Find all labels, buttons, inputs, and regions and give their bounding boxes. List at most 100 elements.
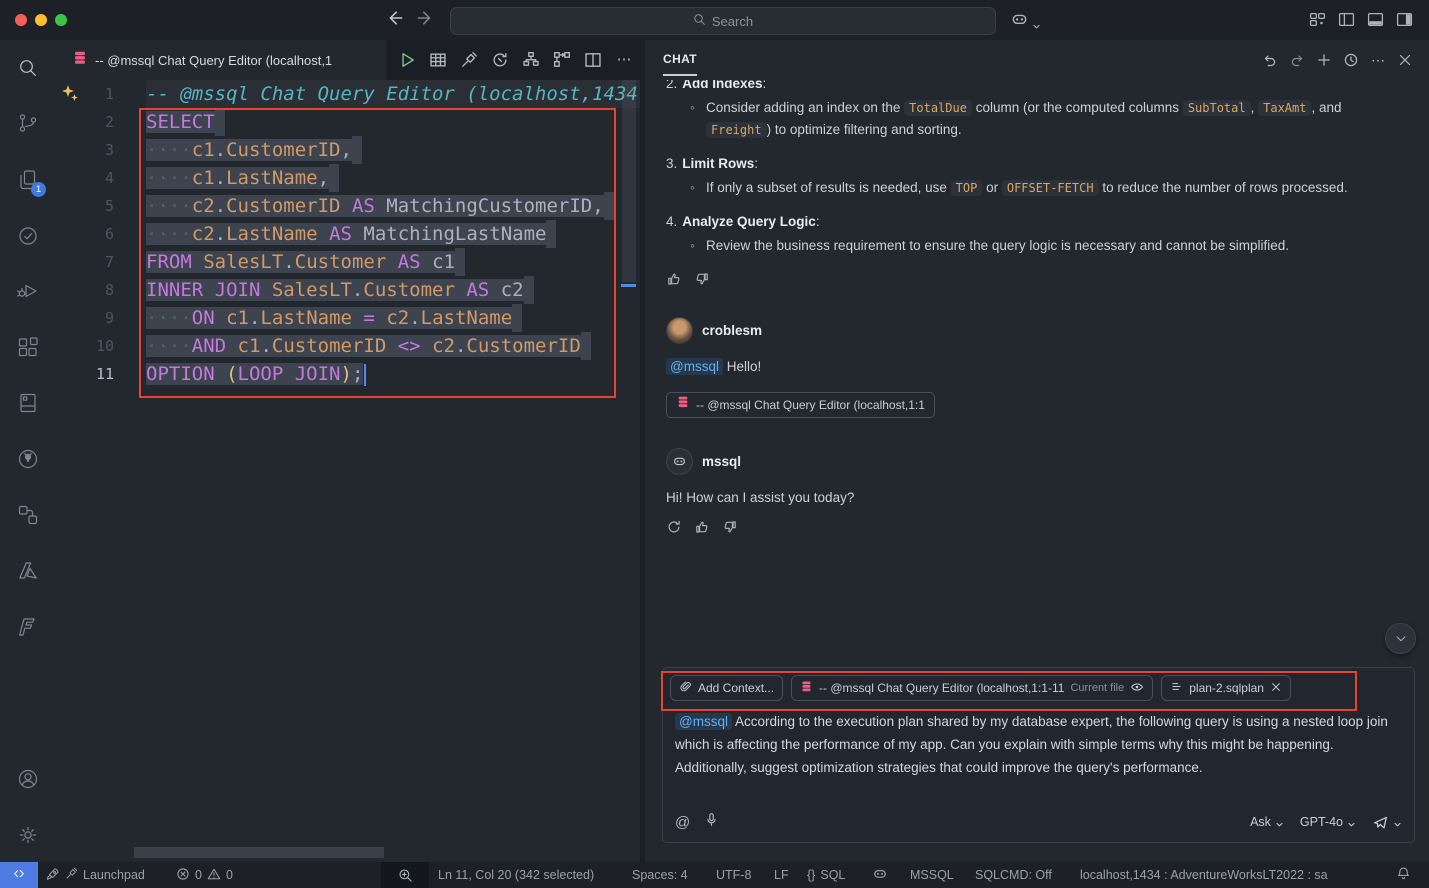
source-control-icon[interactable]	[16, 111, 40, 135]
code-line[interactable]: 3····c1.CustomerID,	[56, 136, 640, 164]
code-line-content: ····c1.CustomerID,	[146, 136, 362, 164]
back-icon[interactable]	[385, 9, 403, 32]
code-line[interactable]: 5····c2.CustomerID AS MatchingCustomerID…	[56, 192, 640, 220]
rerun-icon[interactable]	[666, 519, 682, 535]
copilot-sparkle-icon[interactable]	[60, 84, 80, 108]
mode-dropdown[interactable]: Ask	[1250, 815, 1284, 829]
code-line[interactable]: 4····c1.LastName,	[56, 164, 640, 192]
mention-icon[interactable]: @	[675, 814, 690, 831]
connect-icon[interactable]	[460, 51, 478, 69]
thumbs-down-icon[interactable]	[694, 271, 710, 287]
explorer-icon[interactable]: 1	[16, 168, 40, 192]
connections-icon[interactable]	[16, 503, 40, 527]
chat-message-stream: 2.Add Indexes:◦Consider adding an index …	[645, 80, 1429, 672]
account-icon[interactable]	[16, 767, 40, 791]
warning-count: 0	[226, 868, 233, 882]
code-line[interactable]: 10····AND c1.CustomerID <> c2.CustomerID	[56, 332, 640, 360]
context-pill-sqlplan[interactable]: plan-2.sqlplan	[1161, 675, 1291, 701]
chat-history-icon[interactable]	[1343, 52, 1359, 68]
chat-input-container[interactable]: Add Context... -- @mssql Chat Query Edit…	[662, 667, 1415, 843]
add-context-button[interactable]: Add Context...	[670, 675, 783, 701]
message-author: croblesm	[702, 320, 762, 342]
notebook-icon[interactable]	[16, 391, 40, 415]
settings-gear-icon[interactable]	[16, 823, 40, 847]
more-actions-icon[interactable]: ⋯	[1370, 52, 1386, 68]
thumbs-up-icon[interactable]	[694, 519, 710, 535]
eye-icon[interactable]	[1130, 680, 1144, 697]
notifications-item[interactable]	[1396, 862, 1411, 888]
split-editor-icon[interactable]	[584, 51, 602, 69]
toggle-primary-sidebar-icon[interactable]	[1338, 11, 1355, 33]
code-line[interactable]: 7FROM SalesLT.Customer AS c1	[56, 248, 640, 276]
cursor-position-item[interactable]: Ln 11, Col 20 (342 selected)	[438, 862, 594, 888]
code-line[interactable]: 11OPTION (LOOP JOIN);	[56, 360, 640, 388]
thumbs-down-icon[interactable]	[722, 519, 738, 535]
toggle-panel-icon[interactable]	[1367, 11, 1384, 33]
github-icon[interactable]	[16, 447, 40, 471]
azure-icon[interactable]	[16, 559, 40, 583]
mssql-item[interactable]: MSSQL	[910, 862, 954, 888]
new-chat-icon[interactable]	[1316, 52, 1332, 68]
close-panel-icon[interactable]	[1397, 52, 1413, 68]
toggle-secondary-sidebar-icon[interactable]	[1396, 11, 1413, 33]
run-query-icon[interactable]	[398, 51, 416, 69]
database-icon	[72, 50, 88, 71]
editor-tab-title: -- @mssql Chat Query Editor (localhost,1	[95, 53, 375, 68]
code-editor[interactable]: 1-- @mssql Chat Query Editor (localhost,…	[56, 80, 640, 845]
customize-layout-icon[interactable]	[1309, 11, 1326, 33]
encoding-item[interactable]: UTF-8	[716, 862, 751, 888]
search-icon[interactable]	[16, 56, 40, 80]
code-line[interactable]: 9····ON c1.LastName = c2.LastName	[56, 304, 640, 332]
activity-bar: 1	[0, 40, 56, 862]
microphone-icon[interactable]	[704, 812, 719, 832]
forward-icon[interactable]	[417, 9, 435, 32]
sqlcmd-item[interactable]: SQLCMD: Off	[975, 862, 1052, 888]
model-dropdown[interactable]: GPT-4o	[1300, 815, 1356, 829]
editor-vertical-scrollbar[interactable]	[622, 80, 636, 282]
remote-indicator[interactable]	[0, 862, 38, 888]
title-bar: Search	[0, 0, 1429, 40]
actual-plan-icon[interactable]	[553, 51, 571, 69]
code-line[interactable]: 6····c2.LastName AS MatchingLastName	[56, 220, 640, 248]
change-connection-icon[interactable]	[491, 51, 509, 69]
close-icon[interactable]	[1270, 681, 1282, 696]
connection-item[interactable]: localhost,1434 : AdventureWorksLT2022 : …	[1080, 862, 1328, 888]
chat-tab-active-indicator	[663, 74, 697, 76]
redo-icon[interactable]	[1289, 52, 1305, 68]
indentation-item[interactable]: Spaces: 4	[632, 862, 688, 888]
copilot-status-item[interactable]	[872, 862, 888, 888]
command-center-search[interactable]: Search	[450, 7, 996, 35]
fabric-icon[interactable]	[16, 615, 40, 639]
launchpad-item[interactable]: Launchpad	[46, 862, 145, 888]
problems-item[interactable]: 0 0	[176, 862, 233, 888]
extensions-icon[interactable]	[16, 335, 40, 359]
warning-icon	[207, 867, 221, 884]
scroll-to-bottom-button[interactable]	[1385, 623, 1416, 654]
editor-horizontal-scrollbar[interactable]	[134, 847, 384, 858]
language-mode-item[interactable]: {}SQL	[807, 862, 845, 888]
zoom-indicator[interactable]	[381, 862, 429, 888]
more-actions-icon[interactable]: ⋯	[615, 51, 633, 69]
results-grid-icon[interactable]	[429, 51, 447, 69]
code-line[interactable]: 8INNER JOIN SalesLT.Customer AS c2	[56, 276, 640, 304]
line-number: 7	[56, 248, 114, 276]
maximize-window-button[interactable]	[55, 14, 67, 26]
code-line[interactable]: 1-- @mssql Chat Query Editor (localhost,…	[56, 80, 640, 108]
inline-code-chip: TOP	[951, 180, 983, 196]
editor-tab[interactable]: -- @mssql Chat Query Editor (localhost,1	[56, 40, 386, 80]
eol-item[interactable]: LF	[774, 862, 789, 888]
chat-input-toolbar: @ Ask GPT-4o	[675, 811, 1402, 833]
minimize-window-button[interactable]	[35, 14, 47, 26]
undo-icon[interactable]	[1262, 52, 1278, 68]
context-pill-current-file[interactable]: -- @mssql Chat Query Editor (localhost,1…	[791, 675, 1153, 701]
run-and-debug-icon[interactable]	[16, 279, 40, 303]
message-attachment-pill[interactable]: -- @mssql Chat Query Editor (localhost,1…	[666, 392, 935, 418]
copilot-menu[interactable]	[1010, 10, 1041, 34]
code-line[interactable]: 2SELECT	[56, 108, 640, 136]
thumbs-up-icon[interactable]	[666, 271, 682, 287]
send-button[interactable]	[1372, 814, 1402, 831]
chat-input-text[interactable]: @mssql According to the execution plan s…	[675, 710, 1401, 779]
close-window-button[interactable]	[15, 14, 27, 26]
testing-icon[interactable]	[16, 224, 40, 248]
estimated-plan-icon[interactable]	[522, 51, 540, 69]
